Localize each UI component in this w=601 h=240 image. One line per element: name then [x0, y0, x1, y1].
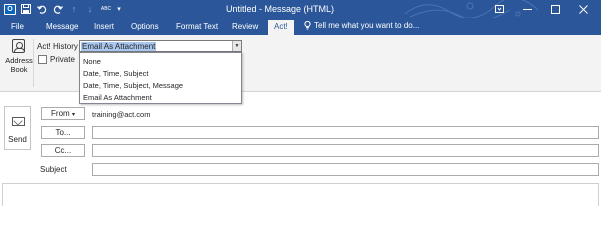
ribbon-display-icon[interactable] [485, 2, 513, 16]
private-checkbox[interactable] [38, 55, 47, 64]
send-button[interactable]: Send [4, 106, 31, 150]
subject-field[interactable] [92, 163, 599, 176]
from-value: training@act.com [92, 110, 151, 119]
chevron-down-icon: ▾ [71, 112, 75, 118]
undo-icon[interactable] [34, 2, 50, 16]
act-history-select[interactable]: Email As Attachment ▼ [79, 40, 242, 52]
act-history-dropdown: None Date, Time, Subject Date, Time, Sub… [79, 52, 242, 104]
down-icon[interactable]: ↓ [82, 2, 98, 16]
cc-button[interactable]: Cc... [41, 144, 85, 157]
address-book-label: Address Book [5, 56, 33, 74]
ribbon-tabs: File Message Insert Options Format Text … [0, 18, 601, 35]
abc-spellcheck-icon[interactable]: ABC [98, 2, 114, 16]
act-history-label: Act! History [37, 42, 78, 51]
tab-options[interactable]: Options [131, 21, 159, 35]
send-icon [12, 117, 25, 126]
tell-me-box[interactable]: Tell me what you want to do... [304, 21, 419, 30]
dropdown-option-email-as-attachment[interactable]: Email As Attachment [83, 92, 152, 103]
abc-label: ABC [100, 5, 112, 12]
app-icon[interactable]: O [2, 2, 18, 16]
tab-message[interactable]: Message [46, 21, 78, 35]
private-label: Private [50, 55, 75, 64]
tab-file[interactable]: File [11, 21, 24, 35]
redo-icon[interactable] [50, 2, 66, 16]
window-title: Untitled - Message (HTML) [226, 4, 335, 14]
up-icon[interactable]: ↑ [66, 2, 82, 16]
cc-field[interactable] [92, 144, 599, 157]
dropdown-option-date-time-subject-message[interactable]: Date, Time, Subject, Message [83, 80, 183, 91]
to-field[interactable] [92, 126, 599, 139]
tell-me-text: Tell me what you want to do... [314, 21, 420, 30]
message-body[interactable] [2, 183, 599, 206]
minimize-icon[interactable] [513, 2, 541, 16]
tab-insert[interactable]: Insert [94, 21, 114, 35]
customize-icon[interactable]: ▾ [114, 2, 124, 16]
title-bar: O ↑ ↓ ABC ▾ Untitled - Message (HTML) [0, 0, 601, 18]
dropdown-option-none[interactable]: None [83, 56, 101, 67]
close-icon[interactable] [569, 2, 597, 16]
act-history-value: Email As Attachment [81, 42, 157, 51]
save-icon[interactable] [18, 2, 34, 16]
tab-format-text[interactable]: Format Text [176, 21, 218, 35]
from-button[interactable]: From ▾ [41, 107, 85, 120]
tab-review[interactable]: Review [232, 21, 258, 35]
address-book-icon [12, 39, 25, 53]
quick-access-toolbar: O ↑ ↓ ABC ▾ [2, 2, 124, 16]
dropdown-option-date-time-subject[interactable]: Date, Time, Subject [83, 68, 148, 79]
maximize-icon[interactable] [541, 2, 569, 16]
send-label: Send [8, 135, 27, 144]
window-controls [485, 2, 597, 16]
subject-label: Subject [40, 165, 67, 174]
lightbulb-icon [304, 21, 311, 30]
chevron-down-icon[interactable]: ▼ [232, 41, 241, 51]
ribbon-separator [33, 39, 34, 87]
tab-act[interactable]: Act! [268, 20, 294, 35]
from-label: From [51, 109, 70, 118]
to-button[interactable]: To... [41, 126, 85, 139]
